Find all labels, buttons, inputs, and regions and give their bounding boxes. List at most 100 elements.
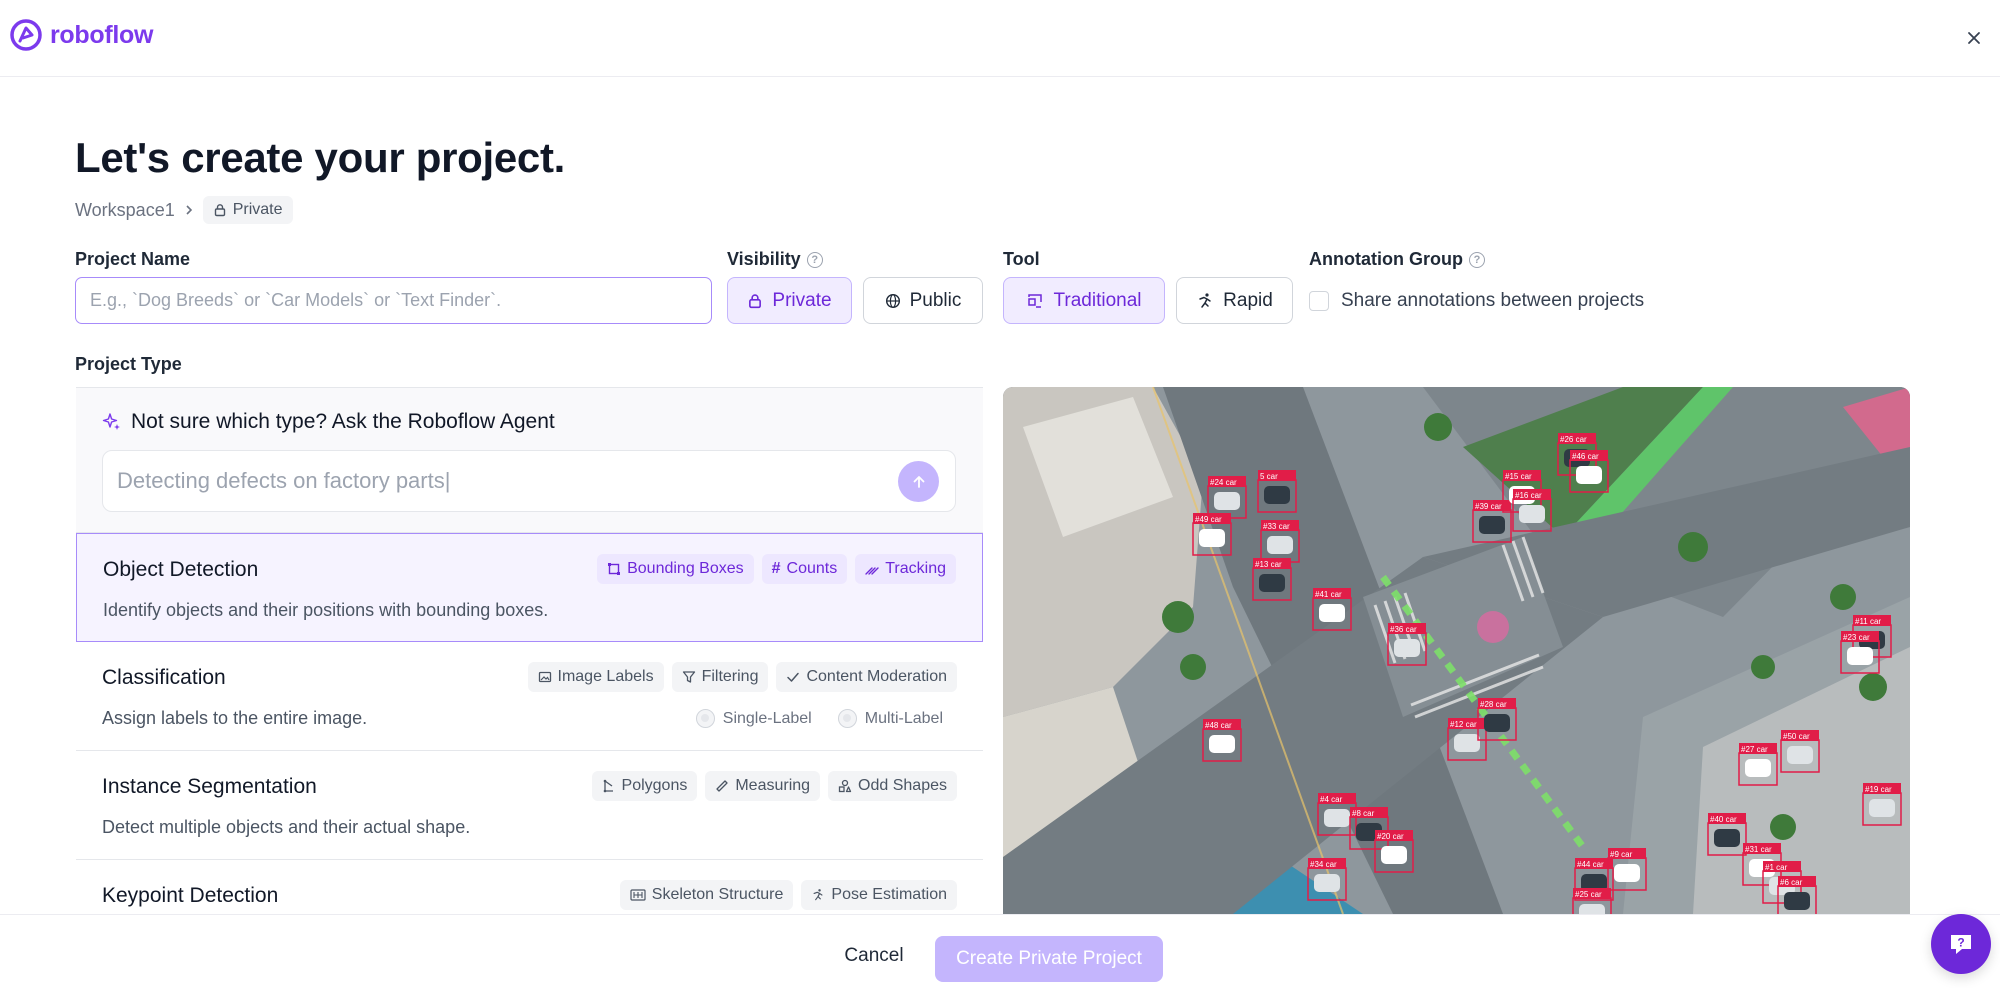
- brand-name: roboflow: [50, 20, 154, 49]
- roboflow-logo[interactable]: roboflow: [10, 19, 153, 51]
- car-shape: [1714, 829, 1740, 847]
- bounding-box-icon: [608, 563, 621, 575]
- car-shape: [1267, 536, 1293, 554]
- svg-text:?: ?: [1957, 936, 1964, 950]
- type-card-keypoint-detection[interactable]: Keypoint Detection Skeleton Structure Po…: [76, 860, 983, 914]
- car-shape: [1787, 746, 1813, 764]
- tag-filtering: Filtering: [671, 662, 769, 692]
- sparkle-icon: [102, 413, 120, 430]
- top-bar: roboflow: [0, 0, 2000, 77]
- check-icon: [787, 672, 800, 682]
- agent-title: Not sure which type? Ask the Roboflow Ag…: [102, 410, 555, 434]
- car-shape: [1209, 735, 1235, 753]
- car-shape: [1394, 639, 1420, 657]
- detection-label: #13 car: [1255, 560, 1282, 569]
- detection-label: #20 car: [1377, 832, 1404, 841]
- detection-label: #39 car: [1475, 502, 1502, 511]
- breadcrumb: Workspace1 Private: [75, 196, 293, 224]
- car-shape: [1214, 492, 1240, 510]
- annotation-group-row: Share annotations between projects: [1309, 290, 1644, 312]
- tag-bounding-boxes: Bounding Boxes: [597, 554, 754, 584]
- tool-rapid-button[interactable]: Rapid: [1176, 277, 1293, 324]
- create-project-button[interactable]: Create Private Project: [935, 936, 1163, 982]
- visibility-public-button[interactable]: Public: [863, 277, 983, 324]
- running-person-icon: [813, 889, 823, 901]
- help-icon[interactable]: ?: [1468, 251, 1485, 268]
- breadcrumb-workspace[interactable]: Workspace1: [75, 200, 175, 221]
- car-shape: [1614, 864, 1640, 882]
- detection-label: #34 car: [1310, 860, 1337, 869]
- detection-label: #6 car: [1780, 878, 1803, 887]
- single-label-radio[interactable]: Single-Label: [695, 709, 812, 728]
- ruler-icon: [716, 780, 728, 792]
- type-name: Classification: [102, 666, 226, 689]
- project-name-input[interactable]: [75, 277, 712, 324]
- cancel-button[interactable]: Cancel: [822, 933, 926, 979]
- type-card-object-detection[interactable]: Object Detection Identify objects and th…: [76, 533, 983, 642]
- tag-odd-shapes: Odd Shapes: [828, 771, 957, 801]
- share-annotations-checkbox[interactable]: [1309, 291, 1329, 311]
- car-shape: [1381, 846, 1407, 864]
- car-shape: [1847, 647, 1873, 665]
- detection-label: #1 car: [1765, 863, 1788, 872]
- detection-label: #44 car: [1577, 860, 1604, 869]
- page-title: Let's create your project.: [75, 134, 566, 181]
- car-shape: [1319, 604, 1345, 622]
- tag-counts: # Counts: [761, 554, 848, 584]
- breadcrumb-visibility-badge: Private: [202, 196, 293, 224]
- lock-icon: [214, 204, 225, 217]
- type-name: Instance Segmentation: [102, 775, 317, 798]
- car-shape: [1745, 759, 1771, 777]
- tag-pose-estimation: Pose Estimation: [801, 880, 957, 910]
- help-chat-button[interactable]: ?: [1931, 914, 1991, 974]
- close-button[interactable]: [1962, 26, 1986, 50]
- agent-send-button[interactable]: [898, 461, 939, 502]
- detection-label: #50 car: [1783, 732, 1810, 741]
- type-description: Identify objects and their positions wit…: [103, 600, 549, 620]
- share-annotations-label: Share annotations between projects: [1341, 290, 1645, 311]
- car-shape: [1484, 714, 1510, 732]
- car-shape: [1264, 486, 1290, 504]
- running-person-icon: [1199, 292, 1211, 308]
- detection-label: #9 car: [1610, 850, 1633, 859]
- help-icon[interactable]: ?: [806, 251, 823, 268]
- tracking-icon: [865, 567, 879, 575]
- chevron-right-icon: [186, 205, 192, 215]
- radio-circle: [837, 709, 857, 728]
- multi-label-radio[interactable]: Multi-Label: [837, 709, 943, 728]
- detection-label: #23 car: [1843, 633, 1870, 642]
- detection-label: #12 car: [1450, 720, 1477, 729]
- filter-icon: [682, 671, 695, 683]
- car-shape: [1576, 466, 1602, 484]
- detection-label: #36 car: [1390, 625, 1417, 634]
- agent-prompt-input[interactable]: [102, 450, 956, 512]
- type-card-instance-segmentation[interactable]: Instance Segmentation Detect multiple ob…: [76, 751, 983, 860]
- detection-preview-image: #24 car 5 car #49 car #33 car #13 car #41 car…: [1003, 387, 1910, 914]
- car-shape: [1579, 904, 1605, 914]
- tool-traditional-button[interactable]: Traditional: [1003, 277, 1165, 324]
- car-shape: [1314, 874, 1340, 892]
- car-shape: [1479, 516, 1505, 534]
- skeleton-icon: [630, 889, 646, 901]
- visibility-private-button[interactable]: Private: [727, 277, 852, 324]
- radio-circle: [695, 709, 715, 728]
- detection-label: #28 car: [1480, 700, 1507, 709]
- project-type-label: Project Type: [75, 354, 182, 374]
- tag-content-moderation: Content Moderation: [776, 662, 957, 692]
- type-description: Assign labels to the entire image.: [102, 708, 368, 728]
- detection-label: #40 car: [1710, 815, 1737, 824]
- tool-label: Tool: [1003, 249, 1040, 269]
- detection-label: #27 car: [1741, 745, 1768, 754]
- car-shape: [1869, 799, 1895, 817]
- project-type-list: Not sure which type? Ask the Roboflow Ag…: [76, 387, 983, 914]
- visibility-label: Visibility ?: [727, 249, 823, 270]
- detection-label: #4 car: [1320, 795, 1343, 804]
- type-description: Detect multiple objects and their actual…: [102, 817, 471, 837]
- lock-icon: [749, 293, 762, 308]
- chat-help-icon: ?: [1951, 935, 1971, 954]
- detection-label: #15 car: [1505, 472, 1532, 481]
- arrow-up-icon: [913, 475, 924, 488]
- type-card-classification[interactable]: Classification Assign labels to the enti…: [76, 642, 983, 751]
- detection-label: #24 car: [1210, 478, 1237, 487]
- tag-skeleton-structure: Skeleton Structure: [619, 880, 794, 910]
